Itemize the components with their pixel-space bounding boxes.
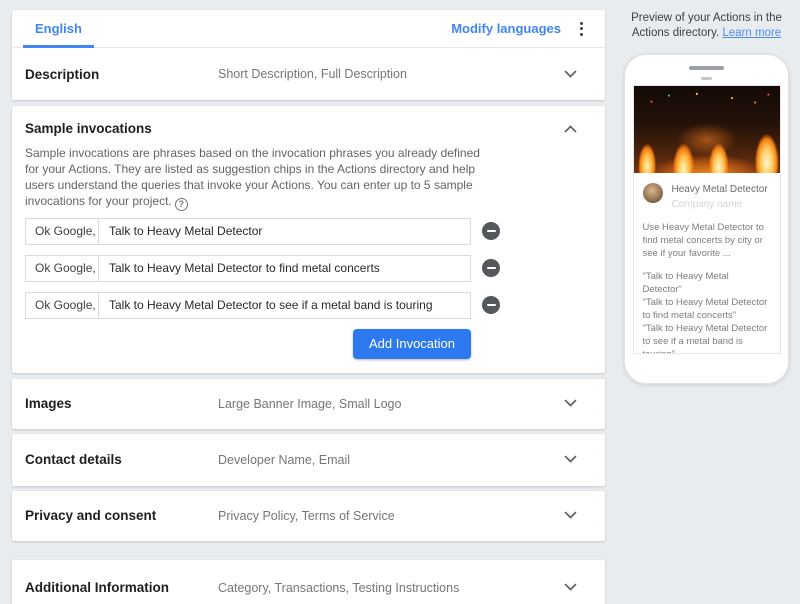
phone-screen: Heavy Metal Detector Company name Use He… — [632, 85, 781, 354]
section-title: Privacy and consent — [25, 508, 157, 523]
section-summary: Privacy Policy, Terms of Service — [218, 508, 395, 523]
section-row-images[interactable]: Images Large Banner Image, Small Logo — [12, 379, 605, 429]
chevron-down-icon[interactable] — [564, 70, 577, 79]
chevron-up-icon[interactable] — [564, 124, 577, 133]
invocation-input[interactable]: Talk to Heavy Metal Detector — [99, 219, 470, 244]
kebab-menu-icon[interactable] — [569, 17, 593, 41]
phone-mockup: Heavy Metal Detector Company name Use He… — [624, 54, 789, 384]
section-title: Sample invocations — [25, 121, 152, 136]
learn-more-link[interactable]: Learn more — [722, 27, 781, 39]
phone-speaker-bar — [689, 66, 724, 70]
section-row-privacy[interactable]: Privacy and consent Privacy Policy, Term… — [12, 491, 605, 541]
section-title: Images — [25, 396, 72, 411]
privacy-card: Privacy and consent Privacy Policy, Term… — [12, 490, 605, 541]
section-title: Contact details — [25, 452, 122, 467]
sample-invocations-help-text: Sample invocations are phrases based on … — [25, 146, 480, 211]
add-invocation-button-row: Add Invocation — [25, 328, 471, 359]
additional-information-card: Additional Information Category, Transac… — [12, 559, 605, 604]
language-tabbar: English Modify languages — [12, 10, 605, 48]
chevron-down-icon[interactable] — [564, 399, 577, 408]
app-description: Use Heavy Metal Detector to find metal c… — [642, 222, 764, 259]
section-row-description[interactable]: Description Short Description, Full Desc… — [12, 48, 605, 100]
invocation-prefix-label: Ok Google, — [26, 218, 99, 244]
invocation-input-group: Ok Google, Talk to Heavy Metal Detector — [25, 217, 471, 245]
section-summary: Large Banner Image, Small Logo — [218, 396, 402, 411]
contact-details-card: Contact details Developer Name, Email — [12, 433, 605, 486]
directory-preview-panel: Preview of your Actions in the Actions d… — [613, 0, 800, 604]
invocation-row: Ok Google, Talk to Heavy Metal Detector — [25, 217, 605, 245]
quote-line: "Talk to Heavy Metal Detector to see if … — [642, 323, 768, 353]
invocation-row: Ok Google, Talk to Heavy Metal Detector … — [25, 291, 605, 319]
tab-english[interactable]: English — [23, 10, 94, 48]
section-summary: Category, Transactions, Testing Instruct… — [218, 580, 460, 595]
main-panel: English Modify languages Description Sho… — [0, 0, 613, 604]
invocation-row: Ok Google, Talk to Heavy Metal Detector … — [25, 254, 605, 282]
invocation-list: Ok Google, Talk to Heavy Metal Detector … — [25, 217, 605, 319]
section-summary: Short Description, Full Description — [218, 67, 407, 81]
invocation-input-group: Ok Google, Talk to Heavy Metal Detector … — [25, 291, 471, 319]
images-card: Images Large Banner Image, Small Logo — [12, 378, 605, 429]
invocation-input-group: Ok Google, Talk to Heavy Metal Detector … — [25, 254, 471, 282]
invocation-prefix-label: Ok Google, — [26, 292, 99, 318]
remove-invocation-button[interactable] — [482, 296, 500, 314]
invocation-input[interactable]: Talk to Heavy Metal Detector to find met… — [99, 256, 470, 281]
preview-header-text: Preview of your Actions in the Actions d… — [631, 12, 782, 39]
company-name: Company name — [671, 199, 743, 210]
section-summary: Developer Name, Email — [218, 452, 350, 467]
section-title: Additional Information — [25, 580, 169, 595]
quote-line: "Talk to Heavy Metal Detector to find me… — [642, 297, 768, 321]
invocation-prefix-label: Ok Google, — [26, 255, 99, 281]
modify-languages-link[interactable]: Modify languages — [443, 15, 569, 42]
add-invocation-button[interactable]: Add Invocation — [352, 328, 471, 359]
invocation-input[interactable]: Talk to Heavy Metal Detector to see if a… — [99, 293, 470, 318]
section-row-contact-details[interactable]: Contact details Developer Name, Email — [12, 434, 605, 486]
sample-invocations-card: Sample invocations Sample invocations ar… — [12, 106, 605, 373]
section-row-additional-information[interactable]: Additional Information Category, Transac… — [12, 560, 605, 604]
app-name: Heavy Metal Detector — [671, 184, 768, 195]
sample-invocation-quotes: "Talk to Heavy Metal Detector" "Talk to … — [634, 270, 780, 353]
language-description-card: English Modify languages Description Sho… — [12, 10, 605, 100]
chevron-down-icon[interactable] — [564, 583, 577, 592]
help-icon[interactable]: ? — [174, 197, 188, 211]
chevron-down-icon[interactable] — [564, 511, 577, 520]
section-title: Description — [25, 66, 100, 82]
phone-camera-bar — [701, 77, 712, 80]
section-row-sample-invocations[interactable]: Sample invocations — [25, 106, 605, 136]
quote-line: "Talk to Heavy Metal Detector" — [642, 271, 729, 295]
banner-image — [633, 86, 780, 173]
app-header: Heavy Metal Detector Company name — [634, 173, 780, 210]
remove-invocation-button[interactable] — [482, 259, 500, 277]
chevron-down-icon[interactable] — [564, 455, 577, 464]
remove-invocation-button[interactable] — [482, 222, 500, 240]
app-logo-avatar — [642, 183, 663, 203]
